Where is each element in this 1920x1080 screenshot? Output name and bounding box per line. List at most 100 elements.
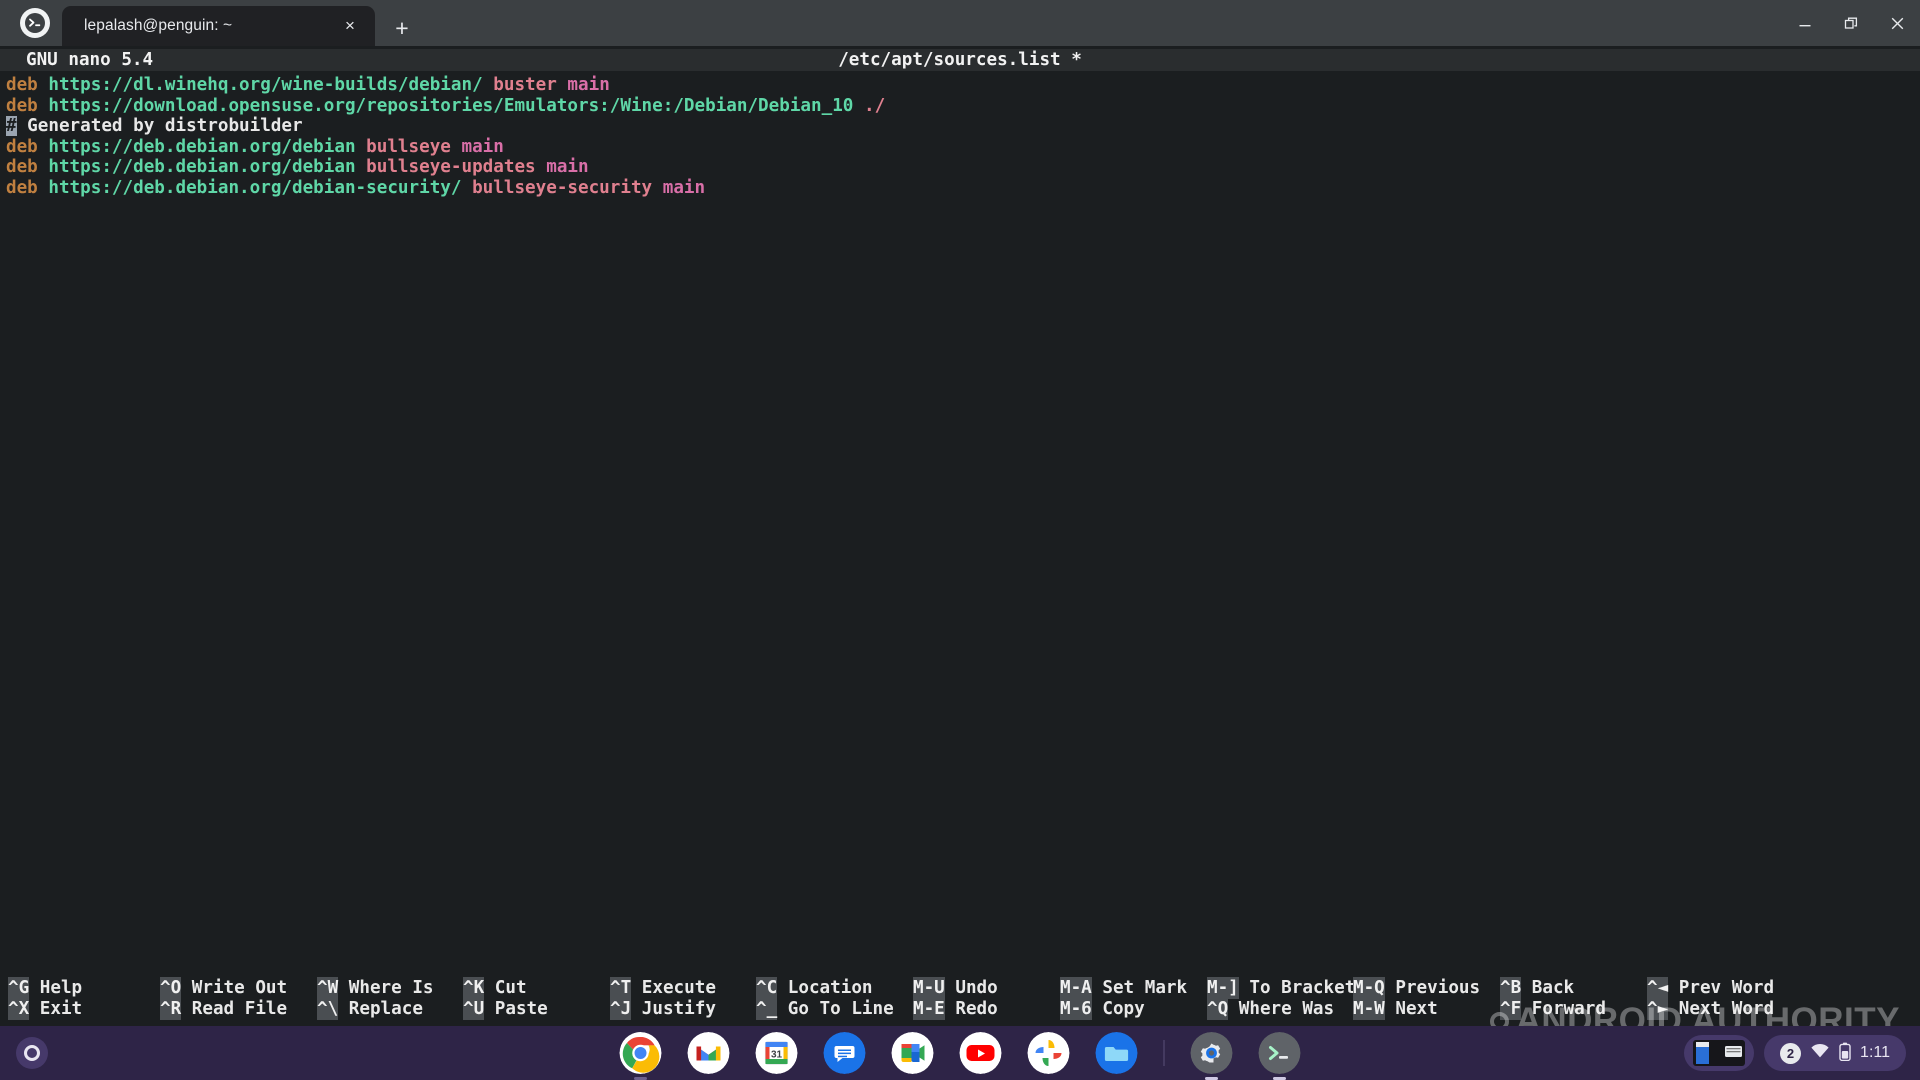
nano-shortcut[interactable]: ^U Paste <box>463 998 548 1020</box>
shelf-app-list: 31 <box>619 1032 1301 1080</box>
terminal-app-icon <box>20 8 50 38</box>
notification-count-badge[interactable]: 2 <box>1780 1042 1802 1064</box>
nano-shortcut[interactable]: ^B Back <box>1500 977 1574 999</box>
minimize-icon[interactable] <box>1782 0 1828 46</box>
nano-shortcut[interactable]: M-Q Previous <box>1353 977 1480 999</box>
nano-token: bullseye-updates <box>366 157 547 178</box>
nano-shortcut[interactable]: ^W Where Is <box>317 977 434 999</box>
nano-shortcut[interactable]: ^C Location <box>756 977 873 999</box>
nano-shortcut[interactable]: ^◄ Prev Word <box>1647 977 1775 999</box>
shelf: 31 2 1:11 <box>0 1026 1920 1080</box>
nano-shortcut[interactable]: ^X Exit <box>8 998 83 1020</box>
shelf-app-youtube[interactable] <box>959 1032 1002 1074</box>
clock[interactable]: 1:11 <box>1860 1044 1890 1062</box>
nano-shortcut[interactable]: ^G Help <box>8 977 83 999</box>
nano-shortcut-key: M-E <box>913 998 945 1020</box>
shelf-app-chrome[interactable] <box>619 1032 662 1080</box>
nano-shortcut-label: Set Mark <box>1091 978 1188 998</box>
nano-shortcut-key: ^K <box>463 977 485 999</box>
nano-shortcut-key: ^_ <box>756 998 778 1020</box>
shelf-app-files[interactable] <box>1095 1032 1138 1074</box>
nano-shortcut[interactable]: ^T Execute <box>610 977 716 999</box>
nano-shortcut[interactable]: M-A Set Mark <box>1060 977 1188 999</box>
nano-shortcut-label: Replace <box>338 999 423 1019</box>
nano-token: # <box>6 116 17 137</box>
nano-shortcut[interactable]: ^K Cut <box>463 977 527 999</box>
nano-buffer-line: deb https://deb.debian.org/debian bullse… <box>0 137 1920 158</box>
nano-shortcut-label: Where Is <box>338 978 434 998</box>
nano-token: main <box>546 157 589 178</box>
launcher-icon <box>24 1045 40 1061</box>
nano-shortcut-key: M-W <box>1353 998 1385 1020</box>
nano-text-buffer[interactable]: deb https://dl.winehq.org/wine-builds/de… <box>0 75 1920 199</box>
restore-icon[interactable] <box>1828 0 1874 46</box>
nano-shortcut[interactable]: M-6 Copy <box>1060 998 1145 1020</box>
nano-shortcut[interactable]: ^O Write Out <box>160 977 288 999</box>
nano-token: deb <box>6 75 49 95</box>
nano-shortcut[interactable]: M-] To Bracket <box>1207 977 1355 999</box>
messages-icon <box>823 1032 866 1074</box>
shelf-app-terminal[interactable] <box>1258 1032 1301 1080</box>
new-tab-icon[interactable]: + <box>388 14 416 42</box>
nano-shortcut[interactable]: M-E Redo <box>913 998 998 1020</box>
screen-capture-preview[interactable] <box>1684 1035 1755 1071</box>
nano-shortcut-label: Prev Word <box>1668 978 1775 998</box>
shelf-app-calendar[interactable]: 31 <box>755 1032 798 1074</box>
nano-shortcut[interactable]: ^J Justify <box>610 998 716 1020</box>
nano-shortcut[interactable]: ^R Read File <box>160 998 288 1020</box>
nano-shortcut-key: ^► <box>1647 998 1669 1020</box>
nano-shortcut-key: ^T <box>610 977 632 999</box>
nano-token: https://dl.winehq.org/wine-builds/debian… <box>48 75 494 95</box>
status-area[interactable]: 2 1:11 <box>1764 1035 1906 1071</box>
nano-token: deb <box>6 136 49 157</box>
nano-shortcut-key: ^Q <box>1207 998 1229 1020</box>
close-window-icon[interactable] <box>1874 0 1920 46</box>
nano-token: ./ <box>864 95 886 116</box>
gmail-icon <box>687 1032 730 1074</box>
wifi-icon[interactable] <box>1810 1043 1830 1063</box>
nano-shortcut-label: Read File <box>181 999 288 1019</box>
nano-shortcut-label: Cut <box>484 978 527 998</box>
nano-shortcut[interactable]: ^\ Replace <box>317 998 423 1020</box>
nano-shortcut-key: ^C <box>756 977 778 999</box>
battery-icon[interactable] <box>1839 1042 1851 1065</box>
shelf-app-photos[interactable] <box>1027 1032 1070 1074</box>
nano-token: https://deb.debian.org/debian-security/ <box>48 177 473 198</box>
nano-token: bullseye-security <box>472 177 663 198</box>
shelf-app-gmail[interactable] <box>687 1032 730 1074</box>
launcher-button[interactable] <box>16 1037 48 1069</box>
nano-shortcut-label: Execute <box>631 978 716 998</box>
calendar-icon: 31 <box>755 1032 798 1074</box>
nano-shortcut[interactable]: ^_ Go To Line <box>756 998 894 1020</box>
nano-shortcut-label: Write Out <box>181 978 288 998</box>
shortcut-row-2: ^X Exit ^R Read File ^\ Replace ^U Paste ^J … <box>0 998 1920 1020</box>
nano-buffer-line: deb https://download.opensuse.org/reposi… <box>0 96 1920 117</box>
nano-shortcut-label: Exit <box>29 999 83 1019</box>
terminal-viewport[interactable]: GNU nano 5.4 /etc/apt/sources.list * deb… <box>0 46 1920 1038</box>
chrome-icon <box>619 1032 662 1074</box>
terminal-tab[interactable]: lepalash@penguin: ~ × <box>62 6 375 46</box>
nano-shortcut[interactable]: M-U Undo <box>913 977 998 999</box>
shelf-app-settings[interactable] <box>1190 1032 1233 1080</box>
nano-token: main <box>662 177 706 198</box>
shelf-app-meet[interactable] <box>891 1032 934 1074</box>
nano-shortcut-key: ^J <box>610 998 632 1020</box>
nano-shortcut-key: ^\ <box>317 998 339 1020</box>
shortcut-row-1: ^G Help ^O Write Out ^W Where Is ^K Cut ^T E… <box>0 977 1920 999</box>
nano-shortcut[interactable]: ^► Next Word <box>1647 998 1774 1020</box>
files-icon <box>1095 1032 1138 1074</box>
nano-shortcut[interactable]: ^F Forward <box>1500 998 1606 1020</box>
nano-shortcut-key: ^W <box>317 977 339 999</box>
nano-shortcut[interactable]: ^Q Where Was <box>1207 998 1334 1020</box>
close-tab-icon[interactable]: × <box>337 13 363 39</box>
nano-shortcut-key: ^U <box>463 998 485 1020</box>
nano-shortcut-label: Redo <box>944 999 998 1019</box>
shelf-app-messages[interactable] <box>823 1032 866 1074</box>
nano-shortcut[interactable]: M-W Next <box>1353 998 1438 1020</box>
nano-token: https://download.opensuse.org/repositori… <box>48 95 864 116</box>
nano-shortcut-label: Go To Line <box>777 999 894 1019</box>
nano-shortcut-label: Help <box>29 978 83 998</box>
nano-shortcut-key: ^G <box>8 977 30 999</box>
youtube-icon <box>959 1032 1002 1074</box>
svg-text:31: 31 <box>771 1050 783 1061</box>
